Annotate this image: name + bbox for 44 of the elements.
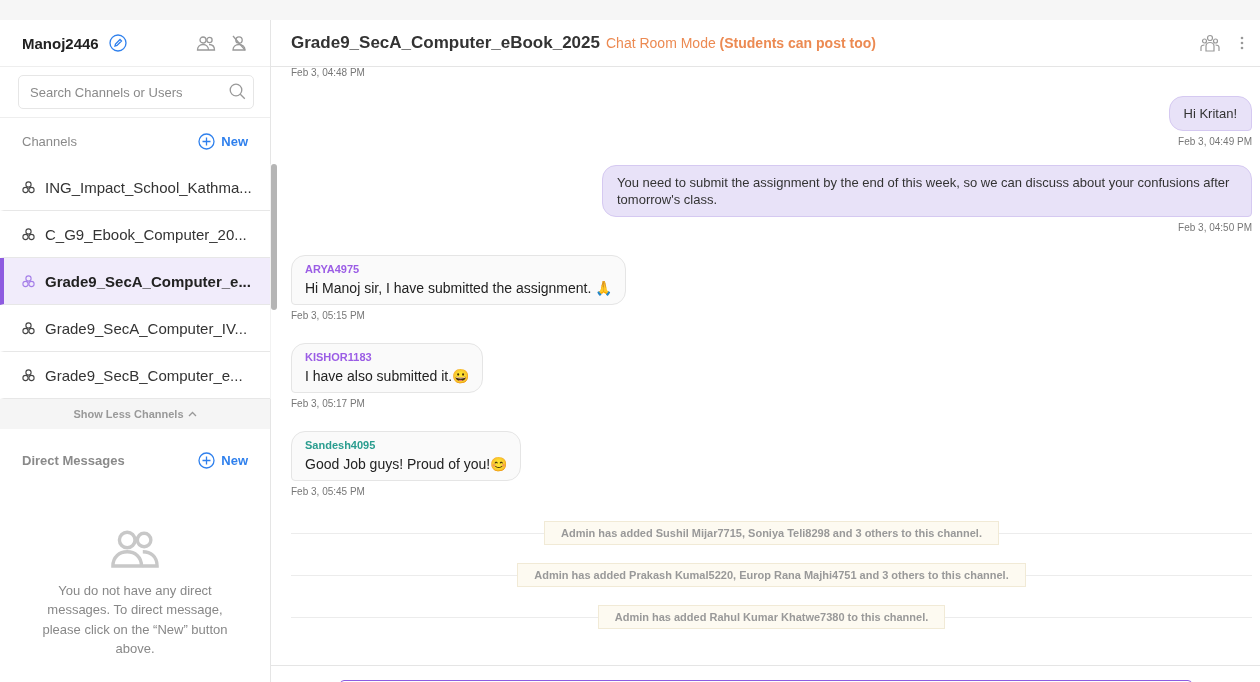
message-time: Feb 3, 05:45 PM: [291, 486, 365, 497]
message-text: Hi Manoj sir, I have submitted the assignment. 🙏: [305, 280, 613, 296]
sent-message: Hi Kritan!: [1168, 96, 1252, 131]
new-channel-button[interactable]: New: [198, 132, 248, 150]
message-time: Feb 3, 04:50 PM: [1178, 222, 1252, 233]
search-icon: [229, 83, 246, 100]
people-icon[interactable]: [196, 35, 216, 51]
message-text: Good Job guys! Proud of you!😊: [305, 456, 508, 472]
plus-circle-icon: [198, 451, 216, 469]
channel-title: Grade9_SecA_Computer_eBook_2025: [291, 33, 600, 53]
channel-item[interactable]: Grade9_SecA_Computer_e...: [0, 258, 270, 305]
author-name: Sandesh4095: [305, 439, 377, 451]
system-notice: Admin has added Sushil Mijar7715, Soniya Teli8298 and 3 others to this channel.: [544, 521, 999, 545]
username: Manoj2446: [22, 34, 99, 52]
message-time: Feb 3, 04:49 PM: [1178, 136, 1252, 147]
channel-icon: [22, 274, 35, 288]
channel-icon: [22, 180, 35, 194]
chevron-up-icon: [187, 411, 197, 417]
search-field[interactable]: Search Channels or Users: [18, 75, 254, 109]
group-icon[interactable]: [1200, 34, 1220, 52]
edit-pencil-icon[interactable]: [108, 34, 127, 52]
new-message-button[interactable]: New: [198, 451, 248, 469]
empty-message: You do not have any direct messages. To direct message, please click on the “New” button above.: [41, 581, 229, 659]
system-notice: Admin has added Prakash Kumal5220, Europ Rana Majhi4751 and 3 others to this channel.: [517, 563, 1026, 587]
sent-message: You need to submit the assignment by the end of this week, so we can discuss about your confusions after tomorrow's class.: [602, 165, 1252, 217]
message-time: Feb 3, 04:48 PM: [291, 67, 366, 78]
channel-icon: [22, 227, 35, 241]
channel-icon: [22, 368, 35, 382]
mode-label: Chat Room Mode (Students can post too): [606, 35, 876, 51]
system-notice: Admin has added Rahul Kumar Khatwe7380 to this channel.: [597, 605, 946, 629]
author-name: ARYA4975: [305, 263, 361, 275]
user-muted-icon[interactable]: [230, 34, 248, 52]
section-heading: Direct Messages: [22, 452, 125, 468]
message-text: I have also submitted it.😀: [305, 368, 470, 384]
scrollbar-thumb[interactable]: [270, 164, 277, 310]
channel-icon: [22, 321, 35, 335]
author-name: KISHOR1183: [305, 351, 373, 363]
channel-item[interactable]: Grade9_SecA_Computer_IV...: [0, 305, 270, 352]
section-heading: Channels: [22, 133, 77, 149]
message-time: Feb 3, 05:15 PM: [291, 310, 365, 321]
plus-circle-icon: [198, 132, 216, 150]
channel-item[interactable]: ING_Impact_School_Kathma...: [0, 164, 270, 211]
message-time: Feb 3, 05:17 PM: [291, 398, 365, 409]
more-options-icon[interactable]: [1240, 36, 1244, 50]
